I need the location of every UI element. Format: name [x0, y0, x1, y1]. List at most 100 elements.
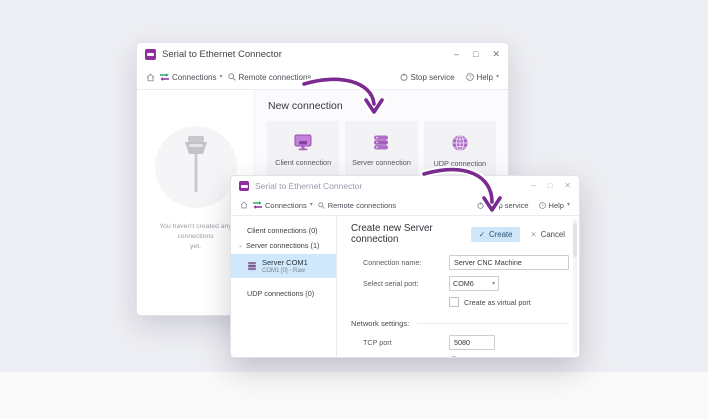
front-window-toolbar: Connections ▾ Remote connections Stop se… — [231, 195, 579, 216]
sidebar-item-server-com1[interactable]: Server COM1 COM1 [0] - Raw — [231, 254, 336, 278]
app-icon — [239, 180, 249, 191]
help-icon: ? — [538, 201, 546, 209]
front-window-titlebar: Serial to Ethernet Connector – □ ✕ — [231, 176, 579, 195]
connections-label: Connections — [265, 200, 307, 210]
remote-connections-button[interactable]: Remote connections — [317, 200, 397, 210]
serial-port-select[interactable]: COM6 ▾ — [449, 276, 499, 291]
chevron-expanded-icon: ⌄ — [238, 243, 244, 249]
tcp-port-input[interactable] — [449, 335, 495, 350]
protocol-option-raw[interactable]: RAW data transmission — [449, 356, 569, 358]
stop-service-label: Stop service — [487, 200, 529, 210]
serial-connector-illustration — [154, 126, 237, 208]
help-menu[interactable]: ? Help ▾ — [538, 200, 570, 210]
chevron-down-icon: ▾ — [495, 74, 499, 80]
connection-name-label: Connection name: — [363, 258, 422, 267]
chevron-down-icon: ▾ — [309, 202, 313, 208]
minimize-button[interactable]: – — [454, 49, 459, 59]
remote-connections-label: Remote connections — [238, 72, 312, 82]
tcp-port-label: TCP port — [363, 338, 392, 347]
svg-text:?: ? — [541, 203, 544, 208]
serial-port-label: Select serial port: — [363, 279, 419, 288]
stop-service-button[interactable]: Stop service — [477, 200, 529, 210]
client-monitor-icon — [294, 134, 312, 151]
window-title: Serial to Ethernet Connector — [162, 48, 282, 60]
maximize-button[interactable]: □ — [473, 49, 478, 59]
create-button[interactable]: ✓ Create — [470, 226, 521, 242]
connections-label: Connections — [172, 72, 217, 82]
chevron-down-icon: ▾ — [566, 202, 570, 208]
cancel-button-label: Cancel — [540, 229, 565, 239]
connection-name: Server COM1 — [262, 258, 308, 267]
help-menu[interactable]: ? Help ▾ — [465, 72, 499, 82]
form-title: Create new Server connection — [351, 223, 433, 245]
close-button[interactable]: ✕ — [564, 181, 571, 190]
connections-icon — [253, 201, 262, 209]
search-icon — [227, 73, 236, 81]
empty-state-line2: yet. — [190, 243, 201, 251]
desktop-stage: Serial to Ethernet Connector – □ ✕ Conne… — [0, 0, 708, 419]
virtual-port-label: Create as virtual port — [464, 297, 531, 307]
svg-text:?: ? — [468, 75, 471, 81]
home-icon — [240, 201, 248, 209]
remote-connections-button[interactable]: Remote connections — [227, 72, 312, 82]
scrollbar[interactable] — [573, 219, 577, 354]
server-stack-icon — [374, 135, 389, 150]
maximize-button[interactable]: □ — [547, 181, 552, 190]
close-icon: ✕ — [530, 229, 537, 239]
cancel-button[interactable]: ✕ Cancel — [520, 227, 569, 242]
remote-connections-label: Remote connections — [327, 200, 397, 210]
create-server-connection-pane: Create new Server connection ✓ Create ✕ … — [337, 216, 579, 357]
chevron-down-icon: ▾ — [491, 280, 495, 287]
minimize-button[interactable]: – — [531, 181, 535, 190]
card-label: UDP connection — [433, 158, 487, 168]
serial-port-value: COM6 — [453, 279, 474, 288]
udp-connections-label: UDP connections (0) — [247, 289, 315, 298]
check-icon: ✓ — [478, 229, 486, 239]
back-window-titlebar: Serial to Ethernet Connector – □ ✕ — [137, 43, 508, 65]
front-window: Serial to Ethernet Connector – □ ✕ Conne… — [230, 175, 580, 358]
create-button-label: Create — [489, 229, 513, 239]
stop-service-button[interactable]: Stop service — [400, 73, 455, 82]
protocol-raw-label: RAW data transmission — [464, 357, 539, 358]
serial-plug-icon — [184, 136, 207, 192]
connections-menu[interactable]: Connections ▾ — [160, 73, 223, 82]
empty-state-line1: You haven't created any connections — [159, 223, 232, 241]
client-connections-label: Client connections (0) — [247, 226, 318, 235]
udp-connection-card[interactable]: UDP connection — [423, 121, 496, 179]
server-stack-icon — [248, 262, 256, 271]
server-connections-label: Server connections (1) — [246, 241, 320, 250]
app-icon — [145, 48, 156, 60]
client-connection-card[interactable]: Client connection — [267, 121, 340, 179]
help-label: Help — [548, 200, 564, 210]
chevron-down-icon: ▾ — [219, 74, 223, 80]
card-label: Server connection — [352, 158, 411, 167]
virtual-port-checkbox[interactable] — [449, 297, 459, 307]
connections-sidebar: Client connections (0) ⌄ Server connecti… — [231, 216, 337, 357]
connections-icon — [160, 73, 169, 81]
help-icon: ? — [465, 73, 474, 81]
sidebar-item-client-connections[interactable]: Client connections (0) — [231, 223, 336, 238]
home-button[interactable] — [146, 73, 155, 82]
close-button[interactable]: ✕ — [492, 49, 500, 59]
back-window-toolbar: Connections ▾ Remote connections Stop se… — [137, 65, 508, 90]
home-icon — [146, 73, 155, 81]
connection-name-input[interactable] — [449, 255, 569, 270]
section-divider — [417, 323, 569, 324]
scrollbar-thumb[interactable] — [573, 223, 577, 257]
card-label: Client connection — [275, 158, 332, 167]
sidebar-item-udp-connections[interactable]: UDP connections (0) — [231, 286, 336, 301]
home-button[interactable] — [240, 201, 248, 209]
window-title: Serial to Ethernet Connector — [255, 180, 363, 191]
background-bottom-band — [0, 372, 708, 419]
power-icon — [477, 201, 484, 209]
search-icon — [317, 201, 325, 209]
network-settings-heading: Network settings: — [351, 319, 410, 328]
radio-icon — [449, 356, 459, 357]
power-icon — [400, 73, 407, 81]
server-connection-card[interactable]: Server connection — [345, 121, 418, 179]
stop-service-label: Stop service — [410, 72, 455, 82]
help-label: Help — [476, 72, 493, 82]
sidebar-item-server-connections[interactable]: ⌄ Server connections (1) — [231, 238, 336, 253]
connections-menu[interactable]: Connections ▾ — [253, 201, 313, 210]
new-connection-title: New connection — [268, 100, 343, 112]
